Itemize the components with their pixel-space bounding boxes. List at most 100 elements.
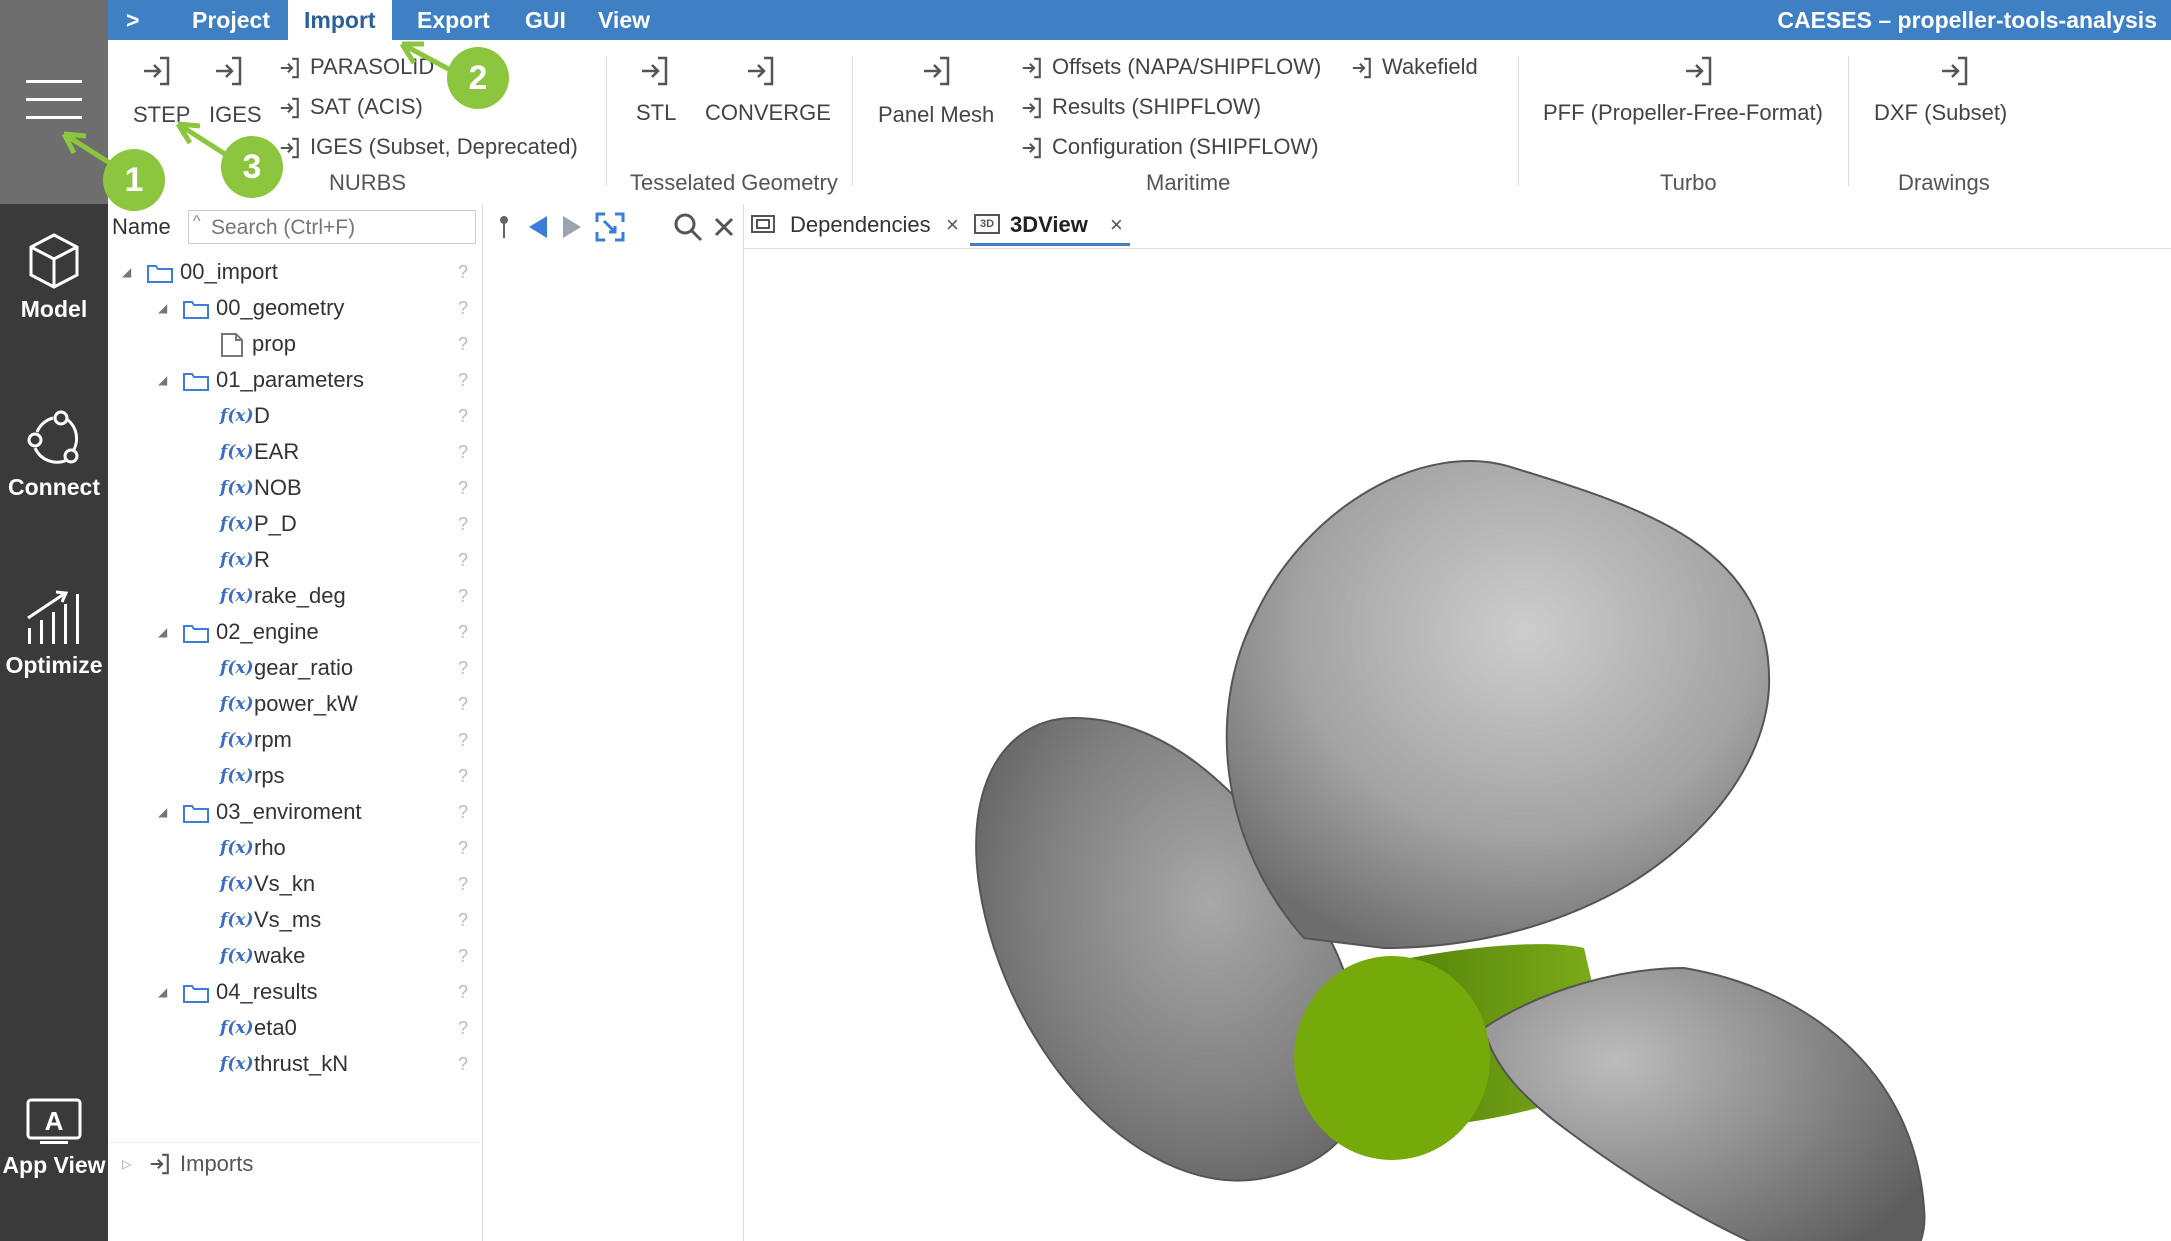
- tree-row[interactable]: f(x) EAR ?: [108, 434, 482, 470]
- function-fx-icon: f(x): [220, 406, 254, 426]
- collapse-triangle-icon[interactable]: ◢: [122, 254, 131, 290]
- collapse-triangle-icon[interactable]: ◢: [158, 362, 167, 398]
- results-import-button[interactable]: Results (SHIPFLOW): [1020, 94, 1261, 125]
- rail-optimize-button[interactable]: Optimize: [0, 588, 108, 679]
- collapse-triangle-icon[interactable]: ◢: [158, 974, 167, 1010]
- tree-row[interactable]: f(x) rho ?: [108, 830, 482, 866]
- tree-row[interactable]: f(x) rps ?: [108, 758, 482, 794]
- hamburger-menu-icon[interactable]: [26, 80, 82, 122]
- tree-row[interactable]: ◢ 03_enviroment ?: [108, 794, 482, 830]
- tree-row[interactable]: f(x) eta0 ?: [108, 1010, 482, 1046]
- collapse-triangle-icon[interactable]: ◢: [158, 614, 167, 650]
- wakefield-import-button[interactable]: Wakefield: [1350, 54, 1478, 85]
- tree-row[interactable]: f(x) D ?: [108, 398, 482, 434]
- iges-label[interactable]: IGES: [209, 102, 262, 128]
- import-arrow-icon: [144, 56, 170, 86]
- sat-label[interactable]: SAT (ACIS): [310, 94, 423, 120]
- propeller-3d-model[interactable]: [744, 248, 2171, 1241]
- tree-search-box[interactable]: ^: [188, 210, 476, 244]
- imports-section[interactable]: ▷ Imports: [108, 1146, 482, 1182]
- tree-row[interactable]: f(x) rpm ?: [108, 722, 482, 758]
- status-unknown-icon: ?: [458, 838, 469, 858]
- offsets-label[interactable]: Offsets (NAPA/SHIPFLOW): [1052, 54, 1321, 80]
- pff-label[interactable]: PFF (Propeller-Free-Format): [1543, 100, 1823, 126]
- tree-row[interactable]: ◢ 04_results ?: [108, 974, 482, 1010]
- tree-row[interactable]: f(x) Vs_kn ?: [108, 866, 482, 902]
- import-arrow-icon: [150, 1153, 169, 1175]
- tree-row[interactable]: f(x) wake ?: [108, 938, 482, 974]
- step-import-button[interactable]: [140, 54, 174, 93]
- tab-3dview[interactable]: 3D 3DView ×: [970, 204, 1130, 246]
- iges-subset-label[interactable]: IGES (Subset, Deprecated): [310, 134, 578, 160]
- tree-row[interactable]: f(x) P_D ?: [108, 506, 482, 542]
- offsets-import-button[interactable]: Offsets (NAPA/SHIPFLOW): [1020, 54, 1321, 85]
- rail-model-button[interactable]: Model: [0, 232, 108, 323]
- tree-row[interactable]: f(x) power_kW ?: [108, 686, 482, 722]
- import-arrow-icon: [748, 56, 774, 86]
- expand-triangle-icon[interactable]: ▷: [122, 1146, 131, 1182]
- import-arrow-icon: [924, 56, 950, 86]
- tree-row[interactable]: prop ?: [108, 326, 482, 362]
- folder-icon: [147, 265, 173, 283]
- connect-nodes-icon: [27, 410, 79, 464]
- tree-row[interactable]: ◢ 02_engine ?: [108, 614, 482, 650]
- tree-divider: [108, 1142, 482, 1143]
- tree-row[interactable]: f(x) Vs_ms ?: [108, 902, 482, 938]
- stl-label[interactable]: STL: [636, 100, 676, 126]
- pin-icon[interactable]: [497, 214, 511, 240]
- configuration-label[interactable]: Configuration (SHIPFLOW): [1052, 134, 1319, 160]
- tree-row[interactable]: f(x) thrust_kN ?: [108, 1046, 482, 1082]
- close-icon[interactable]: [713, 216, 735, 238]
- status-unknown-icon: ?: [458, 910, 469, 930]
- tree-search-input[interactable]: [209, 213, 473, 243]
- menu-gui[interactable]: GUI: [509, 0, 582, 40]
- menu-view[interactable]: View: [582, 0, 666, 40]
- converge-import-button[interactable]: [744, 54, 778, 93]
- callout-badge: 1: [103, 149, 165, 211]
- hamburger-area[interactable]: [0, 0, 108, 204]
- folder-icon: [183, 373, 209, 391]
- back-arrow-icon[interactable]: [527, 214, 549, 240]
- tab-close-icon[interactable]: ×: [946, 204, 959, 246]
- configuration-import-button[interactable]: Configuration (SHIPFLOW): [1020, 134, 1319, 165]
- search-icon[interactable]: [673, 212, 703, 242]
- tree-row[interactable]: f(x) NOB ?: [108, 470, 482, 506]
- menu-import[interactable]: Import: [288, 0, 392, 40]
- status-unknown-icon: ?: [458, 586, 469, 606]
- converge-label[interactable]: CONVERGE: [705, 100, 831, 126]
- folder-icon: [183, 625, 209, 643]
- pff-import-button[interactable]: [1682, 54, 1716, 93]
- menu-project[interactable]: Project: [176, 0, 286, 40]
- tree-row[interactable]: f(x) rake_deg ?: [108, 578, 482, 614]
- rail-connect-button[interactable]: Connect: [0, 410, 108, 501]
- tree-row[interactable]: ◢ 01_parameters ?: [108, 362, 482, 398]
- tab-close-icon[interactable]: ×: [1110, 204, 1123, 246]
- collapse-triangle-icon[interactable]: ◢: [158, 794, 167, 830]
- tree-row[interactable]: f(x) R ?: [108, 542, 482, 578]
- panel-mesh-import-button[interactable]: [920, 54, 954, 93]
- wakefield-label[interactable]: Wakefield: [1382, 54, 1478, 80]
- menu-export[interactable]: Export: [401, 0, 506, 40]
- results-label[interactable]: Results (SHIPFLOW): [1052, 94, 1261, 120]
- forward-arrow-icon[interactable]: [561, 214, 583, 240]
- parasolid-label[interactable]: PARASOLID: [310, 54, 434, 80]
- menu-expand-chevron-icon[interactable]: >: [110, 0, 155, 40]
- sat-import-button[interactable]: SAT (ACIS): [278, 94, 423, 125]
- import-arrow-icon: [642, 56, 668, 86]
- tree-row[interactable]: ◢ 00_geometry ?: [108, 290, 482, 326]
- step-label[interactable]: STEP: [133, 102, 190, 128]
- stl-import-button[interactable]: [638, 54, 672, 93]
- iges-import-button[interactable]: [212, 54, 246, 93]
- parasolid-import-button[interactable]: PARASOLID: [278, 54, 434, 85]
- tree-node-label: Vs_kn: [254, 871, 316, 896]
- dxf-import-button[interactable]: [1938, 54, 1972, 93]
- dxf-label[interactable]: DXF (Subset): [1874, 100, 2007, 126]
- tree-row[interactable]: f(x) gear_ratio ?: [108, 650, 482, 686]
- tree-row[interactable]: ◢ 00_import ?: [108, 254, 482, 290]
- rail-appview-button[interactable]: A App View: [0, 1098, 108, 1179]
- collapse-triangle-icon[interactable]: ◢: [158, 290, 167, 326]
- sort-caret-icon[interactable]: ^: [193, 213, 201, 231]
- panel-mesh-label[interactable]: Panel Mesh: [878, 102, 994, 128]
- fit-selection-icon[interactable]: [595, 212, 625, 242]
- tree-node-label: 03_enviroment: [216, 799, 362, 824]
